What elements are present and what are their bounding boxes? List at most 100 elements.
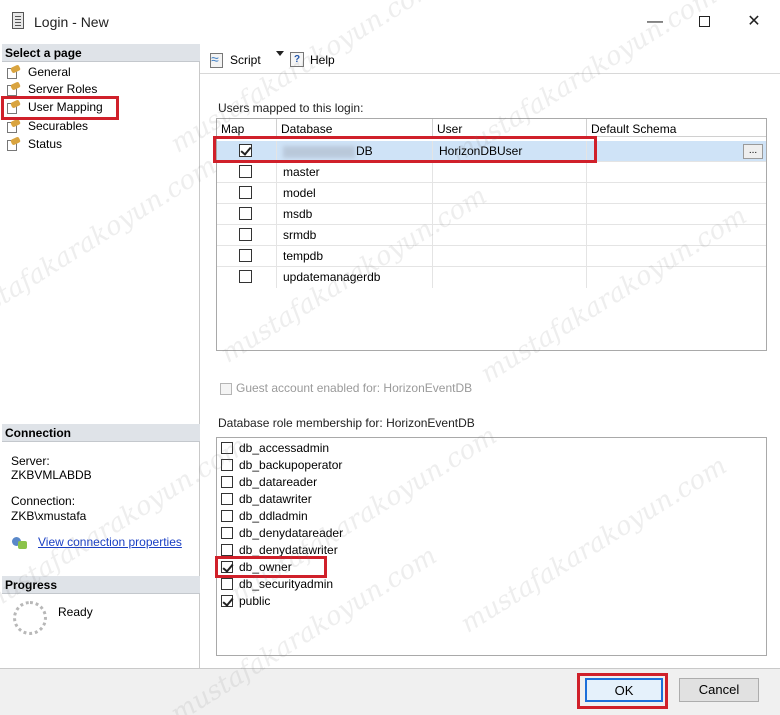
page-item-label: Server Roles xyxy=(28,82,98,96)
role-checkbox[interactable] xyxy=(221,476,233,488)
role-checkbox[interactable] xyxy=(221,578,233,590)
help-icon: ? xyxy=(290,52,304,67)
map-checkbox[interactable] xyxy=(239,207,252,220)
role-membership-list: db_accessadmin db_backupoperator db_data… xyxy=(216,437,767,656)
database-cell: updatemanagerdb xyxy=(277,267,433,288)
user-cell[interactable]: HorizonDBUser xyxy=(433,141,587,162)
script-button[interactable]: Script xyxy=(208,50,286,69)
map-checkbox[interactable] xyxy=(239,249,252,262)
table-row[interactable]: DB HorizonDBUser ... xyxy=(217,141,766,162)
map-checkbox[interactable] xyxy=(239,186,252,199)
chevron-down-icon[interactable] xyxy=(276,51,284,56)
left-pane: Select a page General Server Roles User … xyxy=(2,44,200,668)
map-checkbox[interactable] xyxy=(239,165,252,178)
schema-cell[interactable] xyxy=(587,225,766,246)
column-header-default-schema: Default Schema xyxy=(591,122,677,136)
role-checkbox[interactable] xyxy=(221,442,233,454)
column-header-user: User xyxy=(433,119,587,137)
schema-cell[interactable] xyxy=(587,204,766,225)
document-icon xyxy=(12,12,24,29)
role-label: db_accessadmin xyxy=(239,441,330,455)
table-row[interactable]: srmdb xyxy=(217,225,766,246)
role-label: db_owner xyxy=(239,560,292,574)
table-row[interactable]: master xyxy=(217,162,766,183)
script-label: Script xyxy=(230,53,261,67)
user-cell[interactable] xyxy=(433,183,587,204)
role-label: db_datareader xyxy=(239,475,318,489)
progress-status: Ready xyxy=(58,605,93,619)
role-checkbox[interactable] xyxy=(221,510,233,522)
role-checkbox[interactable] xyxy=(221,595,233,607)
schema-browse-button[interactable]: ... xyxy=(743,144,763,159)
user-cell[interactable] xyxy=(433,246,587,267)
connection-header: Connection xyxy=(2,424,200,442)
role-checkbox[interactable] xyxy=(221,459,233,471)
role-checkbox[interactable] xyxy=(221,561,233,573)
guest-account-checkbox[interactable] xyxy=(220,383,232,395)
map-checkbox[interactable] xyxy=(239,144,252,157)
wrench-page-icon xyxy=(6,81,21,96)
toolbar: Script ? Help xyxy=(200,44,780,74)
connection-properties-icon xyxy=(12,535,28,549)
help-button[interactable]: ? Help xyxy=(290,51,340,69)
role-checkbox[interactable] xyxy=(221,493,233,505)
database-cell: tempdb xyxy=(277,246,433,267)
script-icon xyxy=(208,50,224,68)
connection-value: ZKB\xmustafa xyxy=(11,509,87,523)
help-label: Help xyxy=(310,53,335,67)
ok-button[interactable]: OK xyxy=(585,678,663,702)
schema-cell[interactable] xyxy=(587,162,766,183)
table-row[interactable]: msdb xyxy=(217,204,766,225)
wrench-page-icon xyxy=(6,136,21,151)
user-cell[interactable] xyxy=(433,204,587,225)
close-button[interactable]: ✕ xyxy=(731,6,777,38)
role-label: db_datawriter xyxy=(239,492,312,506)
window-title: Login - New xyxy=(34,14,109,30)
role-label: db_denydatawriter xyxy=(239,543,338,557)
wrench-page-icon xyxy=(6,64,21,79)
user-cell[interactable] xyxy=(433,162,587,183)
role-checkbox[interactable] xyxy=(221,544,233,556)
role-label: db_ddladmin xyxy=(239,509,308,523)
dialog-footer xyxy=(0,668,780,715)
database-cell: srmdb xyxy=(277,225,433,246)
table-row[interactable]: updatemanagerdb xyxy=(217,267,766,288)
database-cell: DB xyxy=(356,144,373,158)
map-checkbox[interactable] xyxy=(239,228,252,241)
redacted-text xyxy=(283,145,355,158)
page-item-label: Securables xyxy=(28,119,89,133)
table-row[interactable]: model xyxy=(217,183,766,204)
select-page-header: Select a page xyxy=(2,44,200,62)
server-label: Server: xyxy=(11,454,50,468)
guest-account-label: Guest account enabled for: HorizonEventD… xyxy=(236,381,473,395)
schema-cell[interactable] xyxy=(587,267,766,288)
role-label: db_backupoperator xyxy=(239,458,343,472)
cancel-button[interactable]: Cancel xyxy=(679,678,759,702)
wrench-page-icon xyxy=(6,118,21,133)
role-label: db_securityadmin xyxy=(239,577,334,591)
database-cell: msdb xyxy=(277,204,433,225)
role-label: db_denydatareader xyxy=(239,526,344,540)
page-item-label: General xyxy=(28,65,71,79)
grid-header: Map Database User Default Schema xyxy=(217,119,766,137)
maximize-button[interactable] xyxy=(681,6,727,38)
role-checkbox[interactable] xyxy=(221,527,233,539)
user-cell[interactable] xyxy=(433,225,587,246)
schema-cell[interactable] xyxy=(587,183,766,204)
page-item-label: Status xyxy=(28,137,63,151)
schema-cell[interactable] xyxy=(587,141,766,162)
progress-spinner-icon xyxy=(13,601,47,635)
column-header-map: Map xyxy=(217,119,277,137)
database-cell: master xyxy=(277,162,433,183)
server-value: ZKBVMLABDB xyxy=(11,468,92,482)
view-connection-properties-link[interactable]: View connection properties xyxy=(38,535,182,549)
title-bar: Login - New — ✕ xyxy=(0,0,780,44)
users-mapped-label: Users mapped to this login: xyxy=(218,101,364,115)
minimize-button[interactable]: — xyxy=(632,6,678,38)
user-cell[interactable] xyxy=(433,267,587,288)
role-label: public xyxy=(239,594,271,608)
table-row[interactable]: tempdb xyxy=(217,246,766,267)
schema-cell[interactable] xyxy=(587,246,766,267)
map-checkbox[interactable] xyxy=(239,270,252,283)
maximize-icon xyxy=(698,16,710,28)
